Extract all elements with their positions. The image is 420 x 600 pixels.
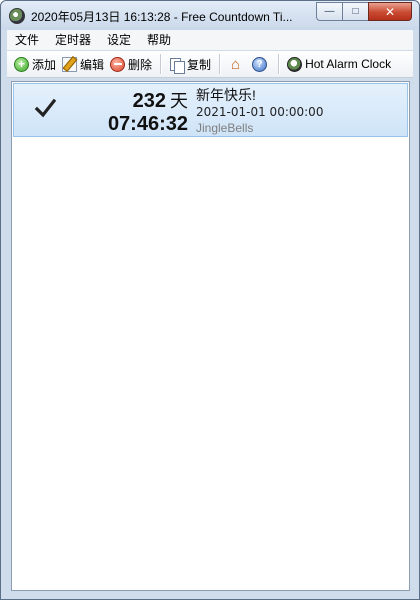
toolbar-separator <box>278 54 280 74</box>
toolbar-separator <box>219 54 221 74</box>
toolbar: + 添加 编辑 删除 复制 ⌂ ? Hot Alarm Clock <box>7 51 413 78</box>
days-count: 232 <box>132 90 166 112</box>
hot-alarm-label: Hot Alarm Clock <box>305 57 392 71</box>
help-icon: ? <box>252 56 268 72</box>
minimize-button[interactable]: — <box>316 2 342 21</box>
copy-label: 复制 <box>187 57 212 72</box>
edit-label: 编辑 <box>80 57 105 72</box>
maximize-button[interactable]: □ <box>342 2 368 21</box>
event-sound: JingleBells <box>196 121 254 135</box>
add-button[interactable]: + 添加 <box>11 53 59 75</box>
alarm-clock-icon <box>287 56 303 72</box>
days-remaining: 232 天 <box>70 90 188 112</box>
menu-bar: 文件 定时器 设定 帮助 <box>7 30 413 50</box>
event-name: 新年快乐! <box>196 87 256 103</box>
time-remaining: 07:46:32 <box>107 113 188 135</box>
menu-timer[interactable]: 定时器 <box>47 30 99 50</box>
maximize-icon: □ <box>352 6 359 17</box>
event-target-datetime: 2021-01-01 00:00:00 <box>196 105 324 119</box>
caption-buttons: — □ ✕ <box>316 2 412 21</box>
copy-button[interactable]: 复制 <box>166 53 214 75</box>
close-button[interactable]: ✕ <box>368 2 412 21</box>
app-clock-icon[interactable] <box>9 8 25 24</box>
edit-icon <box>62 56 78 72</box>
checkmark-icon[interactable] <box>34 98 56 120</box>
home-icon: ⌂ <box>231 55 241 73</box>
home-button[interactable]: ⌂ <box>225 53 249 75</box>
close-icon: ✕ <box>384 4 396 19</box>
add-label: 添加 <box>32 57 57 72</box>
window-title: 2020年05月13日 16:13:28 - Free Countdown Ti… <box>31 10 293 24</box>
countdown-list[interactable]: 232 天 07:46:32 新年快乐! 2021-01-01 00:00:00 … <box>11 81 410 591</box>
edit-button[interactable]: 编辑 <box>59 53 107 75</box>
hot-alarm-clock-button[interactable]: Hot Alarm Clock <box>284 53 394 75</box>
countdown-row[interactable]: 232 天 07:46:32 新年快乐! 2021-01-01 00:00:00 … <box>13 83 408 137</box>
menu-file[interactable]: 文件 <box>7 30 47 50</box>
menu-help[interactable]: 帮助 <box>139 30 179 50</box>
delete-button[interactable]: 删除 <box>107 53 155 75</box>
menu-settings[interactable]: 设定 <box>99 30 139 50</box>
days-unit: 天 <box>170 91 188 111</box>
delete-icon <box>110 56 126 72</box>
toolbar-separator <box>160 54 162 74</box>
minimize-icon: — <box>324 6 335 17</box>
title-bar[interactable]: 2020年05月13日 16:13:28 - Free Countdown Ti… <box>1 1 419 30</box>
delete-label: 删除 <box>128 57 153 72</box>
add-icon: + <box>14 56 29 72</box>
app-window: 2020年05月13日 16:13:28 - Free Countdown Ti… <box>0 0 420 600</box>
copy-icon <box>169 57 186 74</box>
help-button[interactable]: ? <box>249 53 273 75</box>
